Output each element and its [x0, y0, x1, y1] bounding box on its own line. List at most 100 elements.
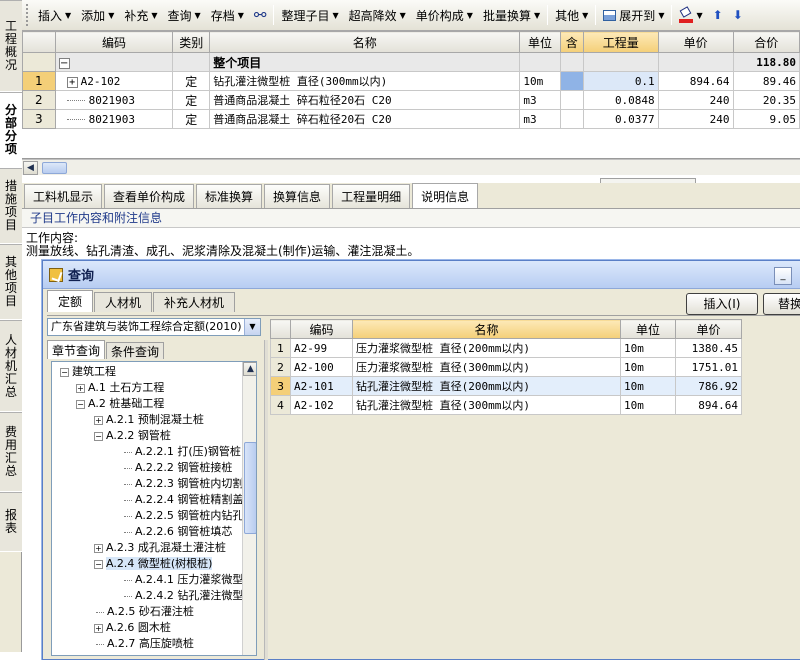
toolbar-button[interactable]: 补充 ▼: [119, 3, 162, 27]
row-name[interactable]: 普通商品混凝土 碎石粒径20石 C20: [209, 109, 521, 129]
toolbar-button[interactable]: 查询 ▼: [163, 3, 206, 27]
dialog-minimize-button[interactable]: _: [774, 267, 792, 285]
detail-tab[interactable]: 换算信息: [264, 184, 331, 208]
toolbar-button[interactable]: 超高降效 ▼: [344, 3, 411, 27]
tree-node[interactable]: A.2.4.1 压力灌浆微型桩: [124, 572, 254, 588]
row-unit[interactable]: m3: [519, 90, 561, 110]
row-number[interactable]: 2: [22, 90, 56, 110]
dialog-tab[interactable]: 定额: [47, 290, 94, 312]
chapter-tree[interactable]: − 建筑工程 + A.1 土石方工程 − A.2 桩基础工程 + A.2.1 预制混凝土桩 − A…: [51, 361, 257, 656]
toolbar-button[interactable]: 单价构成 ▼: [411, 3, 478, 27]
grid-row[interactable]: 2 8021903 定普通商品混凝土 碎石粒径20石 C20 m3 0.0848 240 2…: [22, 90, 800, 110]
tree-scrollbar[interactable]: ▲: [242, 362, 256, 655]
result-code[interactable]: A2-99: [290, 338, 353, 358]
col-code[interactable]: 编码: [54, 31, 174, 53]
replace-button[interactable]: 替换: [763, 293, 800, 315]
result-code[interactable]: A2-102: [290, 395, 353, 415]
row-type[interactable]: 定: [172, 71, 211, 91]
toolbar-button[interactable]: 添加 ▼: [76, 3, 119, 27]
scroll-left-button[interactable]: ◀: [23, 161, 38, 175]
tree-node[interactable]: A.2.5 砂石灌注桩: [96, 604, 194, 620]
tree-node[interactable]: A.2.2.5 钢管桩内钻孔取土: [124, 508, 256, 524]
toolbar-button[interactable]: 展开到 ▼: [598, 3, 669, 27]
result-row-number[interactable]: 1: [270, 338, 291, 358]
row-include[interactable]: [559, 90, 584, 110]
result-row-number[interactable]: 4: [270, 395, 291, 415]
row-code[interactable]: 8021903: [54, 90, 174, 110]
fill-color-button[interactable]: ▼: [674, 3, 707, 27]
result-unit[interactable]: 10m: [620, 395, 676, 415]
result-name[interactable]: 压力灌浆微型桩 直径(300mm以内): [352, 357, 621, 377]
row-number[interactable]: 1: [22, 71, 56, 91]
toolbar-button[interactable]: ⚯: [249, 3, 272, 27]
result-col-name[interactable]: 名称: [352, 319, 621, 339]
scroll-thumb[interactable]: [42, 162, 67, 174]
dialog-tab[interactable]: 补充人材机: [153, 292, 236, 312]
tree-node[interactable]: A.2.4.2 钻孔灌注微型桩: [124, 588, 254, 604]
move-down-button[interactable]: ⬇: [728, 3, 748, 27]
row-quantity[interactable]: 0.0848: [582, 90, 659, 110]
result-row[interactable]: 2 A2-100 压力灌浆微型桩 直径(300mm以内) 10m 1751.01: [270, 357, 742, 377]
row-code[interactable]: 8021903: [54, 109, 174, 129]
row-type[interactable]: 定: [172, 109, 211, 129]
tree-node[interactable]: A.2.2.1 打(压)钢管桩: [124, 444, 241, 460]
tree-node[interactable]: A.2.7 高压旋喷桩: [96, 636, 194, 652]
tree-expander-icon[interactable]: +: [76, 383, 85, 393]
grid-corner[interactable]: [22, 31, 56, 53]
chevron-down-icon[interactable]: ▼: [244, 319, 260, 335]
result-code[interactable]: A2-101: [290, 376, 353, 396]
detail-tab[interactable]: 工程量明细: [332, 184, 411, 208]
row-name[interactable]: 普通商品混凝土 碎石粒径20石 C20: [209, 90, 521, 110]
tree-expander-icon[interactable]: −: [94, 559, 103, 569]
result-price[interactable]: 894.64: [675, 395, 742, 415]
col-name[interactable]: 名称: [209, 31, 521, 53]
result-col-unit[interactable]: 单位: [620, 319, 676, 339]
row-include[interactable]: [559, 71, 584, 91]
result-price[interactable]: 786.92: [675, 376, 742, 396]
row-unit[interactable]: m3: [519, 109, 561, 129]
side-tab[interactable]: 其他项目: [0, 244, 22, 320]
detail-tab[interactable]: 工料机显示: [24, 184, 103, 208]
row-quantity[interactable]: 0.0377: [582, 109, 659, 129]
tree-node[interactable]: A.2.2.6 钢管桩填芯: [124, 524, 232, 540]
tree-node[interactable]: A.2.2.3 钢管桩内切割: [124, 476, 243, 492]
result-row[interactable]: 3 A2-101 钻孔灌注微型桩 直径(200mm以内) 10m 786.92: [270, 376, 742, 396]
row-total[interactable]: 89.46: [732, 71, 800, 91]
result-name[interactable]: 钻孔灌注微型桩 直径(200mm以内): [352, 376, 621, 396]
row-quantity[interactable]: 0.1: [582, 71, 659, 91]
tree-node[interactable]: − A.2.2 钢管桩: [94, 428, 171, 444]
row-include[interactable]: [559, 109, 584, 129]
result-col-price[interactable]: 单价: [675, 319, 742, 339]
row-price[interactable]: 894.64: [657, 71, 734, 91]
search-mode-tab[interactable]: 章节查询: [47, 340, 106, 359]
tree-expander-icon[interactable]: +: [94, 415, 103, 425]
toolbar-button[interactable]: 插入 ▼: [33, 3, 76, 27]
col-unit[interactable]: 单位: [519, 31, 561, 53]
row-code[interactable]: + A2-102: [54, 71, 174, 91]
tree-node[interactable]: + A.2.1 预制混凝土桩: [94, 412, 204, 428]
col-price[interactable]: 单价: [657, 31, 734, 53]
tree-expander-icon[interactable]: −: [94, 431, 103, 441]
detail-tab[interactable]: 查看单价构成: [104, 184, 195, 208]
scroll-up-button[interactable]: ▲: [243, 362, 256, 376]
row-price[interactable]: 240: [657, 109, 734, 129]
dialog-tab[interactable]: 人材机: [94, 292, 153, 312]
detail-tab[interactable]: 标准换算: [196, 184, 263, 208]
side-tab[interactable]: 费用汇总: [0, 412, 22, 492]
quota-library-select[interactable]: 广东省建筑与装饰工程综合定额(2010) ▼: [47, 318, 261, 336]
tree-node[interactable]: + A.2.3 成孔混凝土灌注桩: [94, 540, 226, 556]
row-number[interactable]: 3: [22, 109, 56, 129]
result-row-number[interactable]: 2: [270, 357, 291, 377]
row-total[interactable]: 20.35: [732, 90, 800, 110]
tree-node[interactable]: − 建筑工程: [60, 364, 116, 380]
col-total[interactable]: 合价: [732, 31, 800, 53]
collapse-icon[interactable]: −: [58, 58, 70, 69]
tree-expander-icon[interactable]: −: [60, 367, 69, 377]
expand-icon[interactable]: +: [66, 76, 78, 88]
result-code[interactable]: A2-100: [290, 357, 353, 377]
result-row[interactable]: 1 A2-99 压力灌浆微型桩 直径(200mm以内) 10m 1380.45: [270, 338, 742, 358]
tree-expander-icon[interactable]: +: [94, 623, 103, 633]
summary-toggle[interactable]: −: [54, 52, 174, 72]
move-up-button[interactable]: ⬆: [708, 3, 728, 27]
detail-tab[interactable]: 说明信息: [412, 183, 479, 208]
